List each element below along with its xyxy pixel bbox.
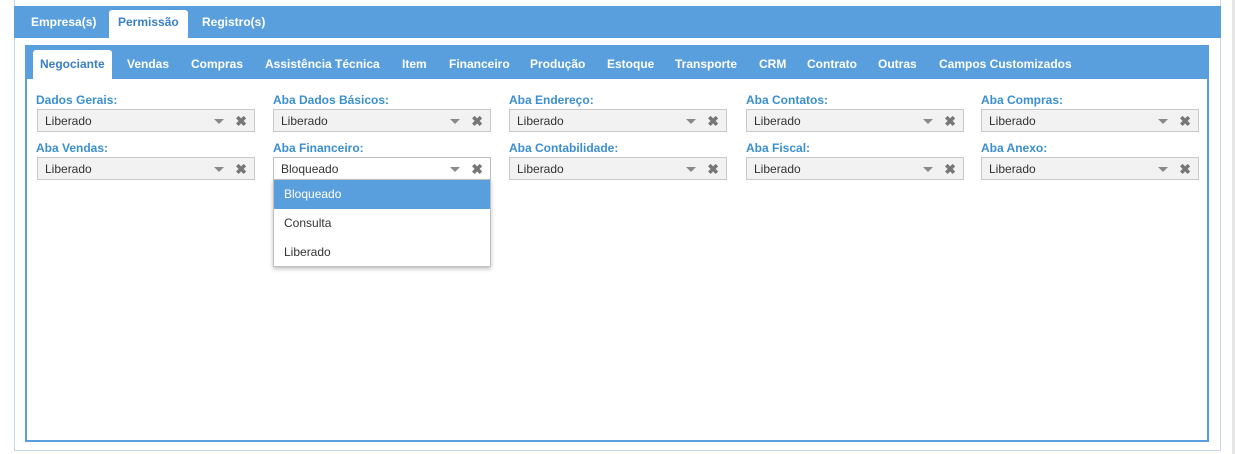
select-aba-financeiro[interactable]: Bloqueado ✖ <box>273 157 491 180</box>
select-value: Liberado <box>517 162 564 176</box>
dropdown-arrow-icon[interactable] <box>1158 119 1168 124</box>
clear-icon[interactable]: ✖ <box>1179 111 1191 131</box>
dropdown-arrow-icon[interactable] <box>686 167 696 172</box>
clear-icon[interactable]: ✖ <box>707 159 719 179</box>
tab-permissao[interactable]: Permissão <box>109 10 188 38</box>
select-value: Bloqueado <box>281 162 339 176</box>
dropdown-arrow-icon[interactable] <box>450 167 460 172</box>
select-value: Liberado <box>989 162 1036 176</box>
field-label-aba-vendas: Aba Vendas: <box>36 141 109 155</box>
select-value: Liberado <box>754 114 801 128</box>
clear-icon[interactable]: ✖ <box>1179 159 1191 179</box>
select-aba-contabilidade[interactable]: Liberado ✖ <box>509 157 727 180</box>
field-label-aba-compras: Aba Compras: <box>981 93 1064 107</box>
clear-icon[interactable]: ✖ <box>471 159 483 179</box>
tab-transporte[interactable]: Transporte <box>668 50 744 79</box>
clear-icon[interactable]: ✖ <box>235 159 247 179</box>
field-label-dados-gerais: Dados Gerais: <box>36 93 118 107</box>
tab-financeiro[interactable]: Financeiro <box>442 50 517 79</box>
dropdown-arrow-icon[interactable] <box>214 167 224 172</box>
inner-tabbar: Negociante Vendas Compras Assistência Té… <box>27 47 1207 79</box>
clear-icon[interactable]: ✖ <box>471 111 483 131</box>
dropdown-arrow-icon[interactable] <box>923 167 933 172</box>
field-label-aba-contabilidade: Aba Contabilidade: <box>509 141 619 155</box>
dropdown-arrow-icon[interactable] <box>214 119 224 124</box>
select-aba-vendas[interactable]: Liberado ✖ <box>37 157 255 180</box>
dropdown-arrow-icon[interactable] <box>686 119 696 124</box>
clear-icon[interactable]: ✖ <box>235 111 247 131</box>
dropdown-arrow-icon[interactable] <box>450 119 460 124</box>
field-label-aba-fiscal: Aba Fiscal: <box>746 141 811 155</box>
tab-assistencia-tecnica[interactable]: Assistência Técnica <box>258 50 387 79</box>
field-label-aba-anexo: Aba Anexo: <box>981 141 1048 155</box>
dropdown-arrow-icon[interactable] <box>1158 167 1168 172</box>
tab-compras[interactable]: Compras <box>184 50 250 79</box>
financeiro-dropdown-menu: Bloqueado Consulta Liberado <box>273 179 491 267</box>
select-aba-contatos[interactable]: Liberado ✖ <box>746 109 964 132</box>
tab-vendas[interactable]: Vendas <box>120 50 176 79</box>
dropdown-arrow-icon[interactable] <box>923 119 933 124</box>
field-label-aba-contatos: Aba Contatos: <box>746 93 828 107</box>
dropdown-option-consulta[interactable]: Consulta <box>274 209 490 238</box>
tab-outras[interactable]: Outras <box>871 50 924 79</box>
field-label-aba-dados-basicos: Aba Dados Básicos: <box>273 93 390 107</box>
select-aba-fiscal[interactable]: Liberado ✖ <box>746 157 964 180</box>
clear-icon[interactable]: ✖ <box>944 159 956 179</box>
tab-producao[interactable]: Produção <box>523 50 592 79</box>
field-label-aba-endereco: Aba Endereço: <box>509 93 594 107</box>
select-dados-gerais[interactable]: Liberado ✖ <box>37 109 255 132</box>
select-aba-anexo[interactable]: Liberado ✖ <box>981 157 1199 180</box>
tab-negociante[interactable]: Negociante <box>33 50 112 79</box>
tab-contrato[interactable]: Contrato <box>800 50 864 79</box>
clear-icon[interactable]: ✖ <box>707 111 719 131</box>
tab-empresas[interactable]: Empresa(s) <box>22 10 105 38</box>
select-value: Liberado <box>754 162 801 176</box>
dropdown-option-bloqueado[interactable]: Bloqueado <box>274 180 490 209</box>
tab-item[interactable]: Item <box>395 50 434 79</box>
select-aba-endereco[interactable]: Liberado ✖ <box>509 109 727 132</box>
select-value: Liberado <box>989 114 1036 128</box>
select-value: Liberado <box>281 114 328 128</box>
field-label-aba-financeiro: Aba Financeiro: <box>273 141 364 155</box>
select-value: Liberado <box>45 162 92 176</box>
select-aba-dados-basicos[interactable]: Liberado ✖ <box>273 109 491 132</box>
outer-tabbar: Empresa(s) Permissão Registro(s) <box>14 6 1221 38</box>
tab-crm[interactable]: CRM <box>752 50 793 79</box>
select-aba-compras[interactable]: Liberado ✖ <box>981 109 1199 132</box>
clear-icon[interactable]: ✖ <box>944 111 956 131</box>
dropdown-option-liberado[interactable]: Liberado <box>274 238 490 267</box>
tab-campos-customizados[interactable]: Campos Customizados <box>932 50 1079 79</box>
select-value: Liberado <box>517 114 564 128</box>
tab-estoque[interactable]: Estoque <box>600 50 661 79</box>
select-value: Liberado <box>45 114 92 128</box>
tab-registros[interactable]: Registro(s) <box>193 10 274 38</box>
